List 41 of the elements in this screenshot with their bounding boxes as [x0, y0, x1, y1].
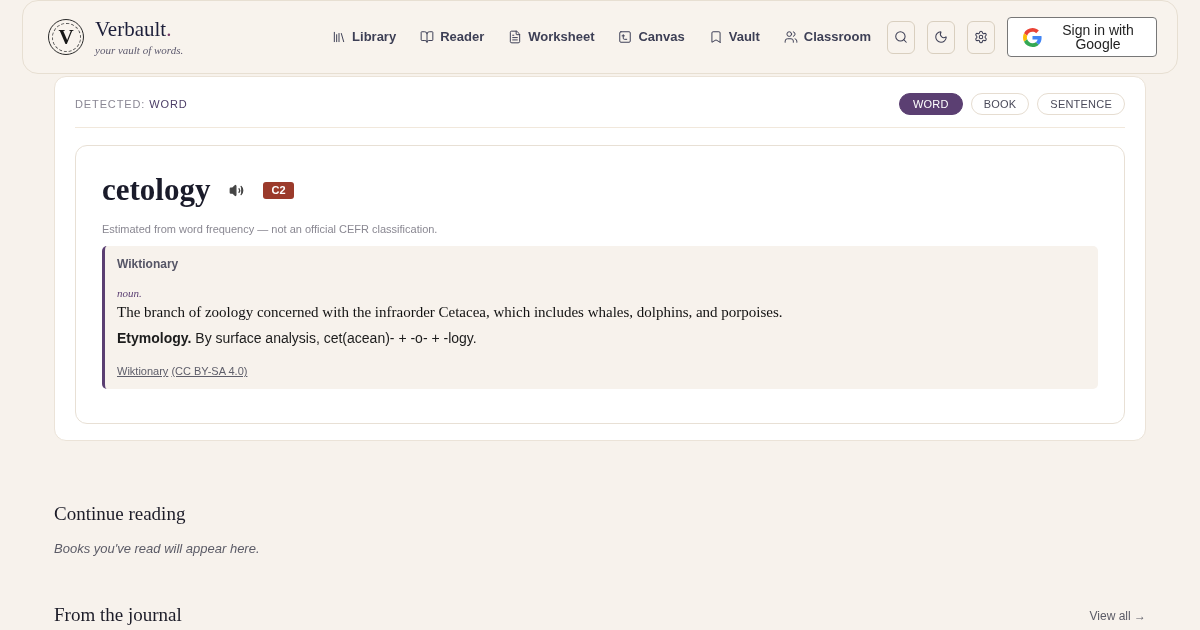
bookmark-icon	[708, 30, 723, 44]
nav-link[interactable]: Reader	[420, 27, 485, 47]
dark-mode-button[interactable]	[927, 20, 955, 54]
people-icon	[783, 30, 798, 44]
nav-link[interactable]: Vault	[708, 27, 760, 47]
books-icon	[332, 30, 347, 44]
section-heading: From the journal	[54, 605, 182, 624]
settings-icon	[974, 30, 988, 44]
google-g-icon	[1023, 27, 1042, 47]
mode-pill[interactable]: BOOK	[970, 93, 1030, 115]
empty-state-text: Books you've read will appear here.	[54, 540, 261, 558]
view-all-link[interactable]: View all →	[1089, 608, 1146, 624]
level-note: Estimated from word frequency — not an official CEFR classification.	[102, 222, 439, 236]
part-of-speech: noun.	[117, 286, 143, 300]
google-sign-in-button[interactable]: Sign in with Google	[1007, 17, 1157, 57]
brand-tagline: your vault of words.	[95, 42, 184, 57]
mode-pill[interactable]: WORD	[898, 93, 963, 115]
search-icon	[894, 30, 908, 44]
definition-text: The branch of zoology concerned with the infraorder Cetacea, which includes whales, dolphins, and porpoises.	[117, 303, 784, 322]
source-link[interactable]: Wiktionary	[117, 365, 169, 377]
nav-link[interactable]: Worksheet	[508, 27, 595, 47]
headword: cetology	[102, 172, 211, 208]
speaker-icon[interactable]	[229, 182, 245, 198]
detected-label: DETECTED:	[75, 96, 146, 112]
nav-link[interactable]: Canvas	[618, 27, 685, 47]
license-link[interactable]: (CC BY-SA 4.0)	[171, 365, 248, 377]
section-heading: Continue reading	[54, 502, 187, 526]
open-book-icon	[420, 30, 435, 44]
mode-pill[interactable]: SENTENCE	[1037, 93, 1125, 115]
cefr-level-badge: C2	[263, 181, 294, 199]
detected-value: WORD	[149, 96, 188, 112]
moon-icon	[934, 30, 948, 44]
nav-link[interactable]: Classroom	[783, 27, 871, 47]
etymology-text: Etymology. By surface analysis, cet(acean)- + -o- + -logy.	[117, 329, 478, 348]
settings-button[interactable]	[967, 20, 995, 54]
framed-square-icon	[618, 30, 633, 44]
source-title: Wiktionary	[117, 256, 180, 272]
nav-link[interactable]: Library	[332, 27, 397, 47]
brand-name: Verbault.	[95, 17, 173, 41]
search-button[interactable]	[887, 20, 915, 54]
document-icon	[508, 30, 523, 44]
